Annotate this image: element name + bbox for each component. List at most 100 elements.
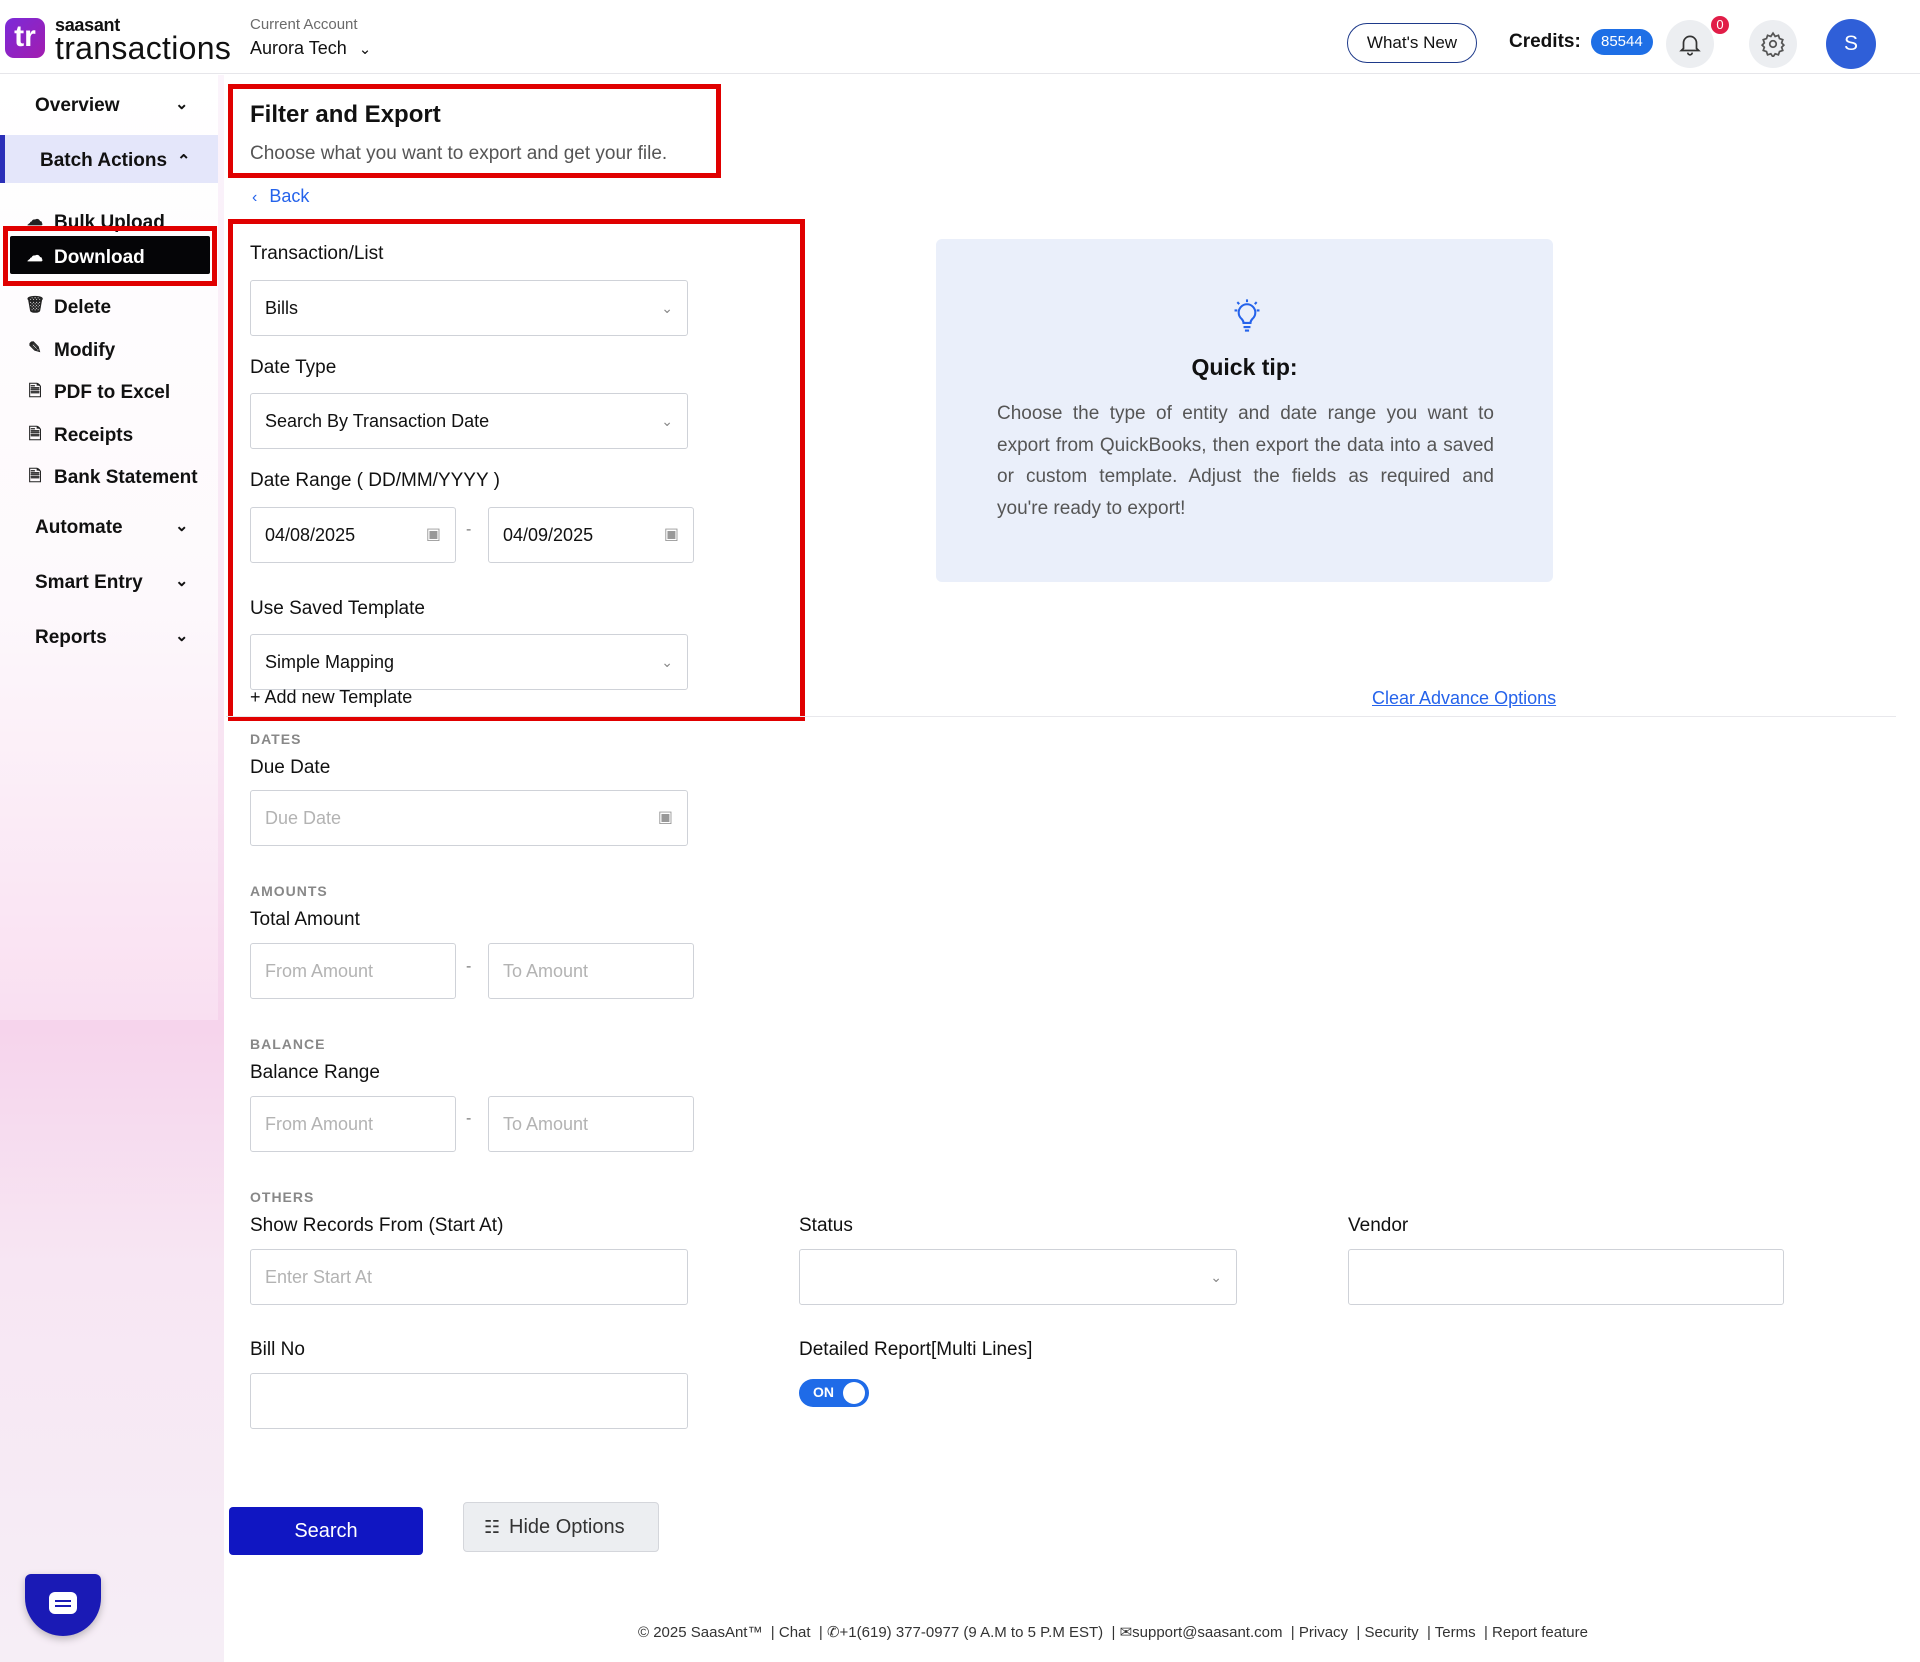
range-separator: - [466, 1110, 472, 1127]
sidebar-group-batch-actions[interactable]: Batch Actions ⌃ [0, 135, 218, 183]
chevron-down-icon: ⌄ [661, 413, 673, 429]
credits-label: Credits: [1509, 31, 1581, 52]
start-at-input[interactable]: Enter Start At [250, 1249, 688, 1305]
sidebar-item-label: Bulk Upload [54, 212, 165, 233]
sidebar-item-bank-statement[interactable]: 🗎 Bank Statement [0, 455, 218, 495]
transaction-list-value: Bills [265, 298, 299, 318]
account-switcher[interactable]: Aurora Tech ⌄ [250, 38, 371, 59]
sidebar-item-delete[interactable]: 🗑 Delete [0, 285, 218, 325]
sidebar-item-label: PDF to Excel [54, 382, 171, 403]
sidebar-item-label: Bank Statement [54, 467, 198, 488]
divider [226, 716, 1896, 717]
balance-range-label: Balance Range [250, 1062, 380, 1083]
date-type-value: Search By Transaction Date [265, 411, 490, 431]
footer-email-link[interactable]: support@saasant.com [1132, 1624, 1282, 1641]
footer-security-link[interactable]: Security [1364, 1624, 1418, 1641]
vendor-input[interactable] [1348, 1249, 1784, 1305]
quick-tip-body: Choose the type of entity and date range… [997, 403, 1494, 519]
saved-template-value: Simple Mapping [265, 652, 395, 672]
back-link[interactable]: ‹ Back [252, 186, 309, 207]
chevron-down-icon: ⌄ [1210, 1269, 1222, 1285]
balance-from-amount-input[interactable]: From Amount [250, 1096, 456, 1152]
sidebar-group-overview[interactable]: Overview ⌄ [0, 80, 218, 130]
footer-terms-link[interactable]: Terms [1435, 1624, 1476, 1641]
amounts-caption: AMOUNTS [250, 883, 328, 899]
search-button[interactable]: Search [229, 1507, 423, 1555]
app-root: tr saasant transactions Current Account … [0, 0, 1920, 1662]
sidebar-group-automate[interactable]: Automate ⌄ [0, 502, 218, 552]
range-separator: - [466, 521, 472, 538]
sidebar-group-label: Automate [35, 517, 123, 538]
chevron-down-icon: ⌄ [661, 300, 673, 316]
date-to-input[interactable]: 04/09/2025 ▣ [488, 507, 694, 563]
notification-bell-icon[interactable] [1666, 20, 1714, 68]
sidebar-item-label: Delete [54, 297, 112, 318]
user-avatar[interactable]: S [1826, 19, 1876, 69]
sidebar-group-reports[interactable]: Reports ⌄ [0, 612, 218, 662]
date-range-label: Date Range ( DD/MM/YYYY ) [250, 470, 500, 491]
footer-chat-link[interactable]: Chat [779, 1624, 811, 1641]
notification-count-badge: 0 [1711, 16, 1729, 34]
pdf-file-icon: 🗎 [28, 383, 42, 400]
add-new-template-link[interactable]: + Add new Template [250, 687, 412, 708]
footer-phone[interactable]: +1(619) 377-0977 (9 A.M to 5 P.M EST) [840, 1624, 1104, 1641]
date-from-input[interactable]: 04/08/2025 ▣ [250, 507, 456, 563]
settings-gear-icon[interactable] [1749, 20, 1797, 68]
total-amount-label: Total Amount [250, 909, 360, 930]
sidebar-item-bulk-upload[interactable]: ☁ Bulk Upload [0, 200, 218, 240]
detailed-report-toggle[interactable]: ON [799, 1379, 869, 1407]
sidebar-item-label: Receipts [54, 425, 134, 446]
due-date-input[interactable]: Due Date ▣ [250, 790, 688, 846]
saved-template-select[interactable]: Simple Mapping ⌄ [250, 634, 688, 690]
page-subtitle: Choose what you want to export and get y… [250, 143, 668, 164]
clear-advance-options-link[interactable]: Clear Advance Options [1372, 688, 1556, 709]
bank-file-icon: 🗎 [28, 468, 42, 485]
trash-icon: 🗑 [25, 297, 46, 314]
sidebar-item-modify[interactable]: ✎ Modify [0, 328, 218, 368]
footer-copyright: © 2025 SaasAnt™ [638, 1624, 763, 1641]
chevron-down-icon: ⌄ [175, 573, 189, 590]
footer-report-feature-link[interactable]: Report feature [1492, 1624, 1588, 1641]
footer-privacy-link[interactable]: Privacy [1299, 1624, 1348, 1641]
calendar-icon: ▣ [663, 526, 679, 543]
toggle-state: ON [813, 1384, 834, 1400]
balance-to-amount-input[interactable]: To Amount [488, 1096, 694, 1152]
top-bar: tr saasant transactions Current Account … [0, 0, 1920, 74]
sidebar-item-pdf-to-excel[interactable]: 🗎 PDF to Excel [0, 370, 218, 410]
sidebar-item-receipts[interactable]: 🗎 Receipts [0, 413, 218, 453]
whats-new-button[interactable]: What's New [1347, 23, 1477, 63]
date-from-value: 04/08/2025 [265, 525, 356, 545]
sidebar-item-label: Download [54, 247, 145, 268]
total-from-amount-input[interactable]: From Amount [250, 943, 456, 999]
date-type-select[interactable]: Search By Transaction Date ⌄ [250, 393, 688, 449]
due-date-label: Due Date [250, 757, 331, 778]
hide-options-label: Hide Options [509, 1516, 625, 1538]
edit-file-icon: ✎ [28, 340, 42, 357]
sidebar-group-label: Smart Entry [35, 572, 143, 593]
logo-big-text: transactions [55, 30, 232, 66]
total-to-amount-input[interactable]: To Amount [488, 943, 694, 999]
detailed-report-label: Detailed Report[Multi Lines] [799, 1339, 1033, 1360]
sidebar-item-download[interactable]: ☁ Download [10, 236, 210, 274]
bill-no-input[interactable] [250, 1373, 688, 1429]
chevron-up-icon: ⌃ [177, 153, 191, 170]
bill-no-label: Bill No [250, 1339, 305, 1360]
sidebar-group-label: Batch Actions [40, 150, 168, 171]
transaction-list-select[interactable]: Bills ⌄ [250, 280, 688, 336]
range-separator: - [466, 958, 472, 975]
quick-tip-title: Quick tip: [1191, 354, 1298, 380]
credits-badge: 85544 [1591, 29, 1653, 55]
page-title: Filter and Export [250, 101, 441, 128]
hide-options-button[interactable]: ☷ Hide Options [463, 1502, 659, 1552]
sidebar-group-label: Overview [35, 95, 120, 116]
cloud-upload-icon: ☁ [27, 212, 43, 229]
chevron-left-icon: ‹ [252, 189, 258, 206]
saved-template-label: Use Saved Template [250, 598, 425, 619]
balance-caption: BALANCE [250, 1036, 326, 1052]
chevron-down-icon: ⌄ [358, 41, 372, 58]
sidebar-group-label: Reports [35, 627, 107, 648]
sidebar-group-smart-entry[interactable]: Smart Entry ⌄ [0, 557, 218, 607]
date-type-label: Date Type [250, 357, 337, 378]
status-select[interactable]: ⌄ [799, 1249, 1237, 1305]
footer: © 2025 SaasAnt™ | Chat | ✆+1(619) 377-09… [638, 1624, 1588, 1641]
